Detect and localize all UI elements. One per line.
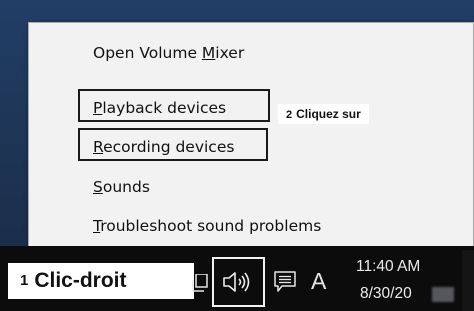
- menu-item-mnemonic: R: [93, 138, 104, 156]
- action-center-icon[interactable]: [274, 271, 296, 293]
- input-method-indicator[interactable]: A: [311, 266, 326, 296]
- clock-date[interactable]: 8/30/20: [360, 284, 412, 304]
- menu-item-text: roubleshoot sound problems: [100, 217, 322, 235]
- step-2-text: Cliquez sur: [296, 107, 361, 121]
- menu-item-recording-devices[interactable]: Recording devices: [93, 137, 234, 157]
- menu-item-mnemonic: M: [201, 44, 216, 62]
- speaker-icon[interactable]: [222, 271, 256, 293]
- menu-item-text: ecording devices: [103, 138, 235, 156]
- network-icon[interactable]: [192, 274, 208, 292]
- blurred-date-mask: [432, 287, 454, 302]
- menu-item-open-volume-mixer[interactable]: Open Volume Mixer: [93, 43, 244, 63]
- menu-item-text: Open Volume: [93, 44, 202, 62]
- step-2-callout: 2 Cliquez sur: [278, 104, 369, 124]
- menu-item-mnemonic: S: [93, 178, 103, 196]
- menu-item-text: ixer: [215, 44, 245, 62]
- volume-context-menu: Open Volume Mixer Playback devices Recor…: [28, 22, 474, 250]
- step-1-text: Clic-droit: [34, 269, 127, 292]
- menu-item-troubleshoot-sound-problems[interactable]: Troubleshoot sound problems: [93, 216, 321, 236]
- menu-item-playback-devices[interactable]: Playback devices: [93, 98, 226, 118]
- menu-item-mnemonic: P: [93, 99, 103, 117]
- clock-time[interactable]: 11:40 AM: [356, 257, 420, 277]
- menu-item-text: ounds: [102, 178, 150, 196]
- step-1-callout: 1 Clic-droit: [8, 263, 194, 299]
- menu-item-text: layback devices: [102, 99, 227, 117]
- show-desktop-strip[interactable]: [462, 250, 474, 311]
- step-1-number: 1: [20, 272, 29, 289]
- menu-item-sounds[interactable]: Sounds: [93, 177, 150, 197]
- step-2-number: 2: [286, 109, 293, 121]
